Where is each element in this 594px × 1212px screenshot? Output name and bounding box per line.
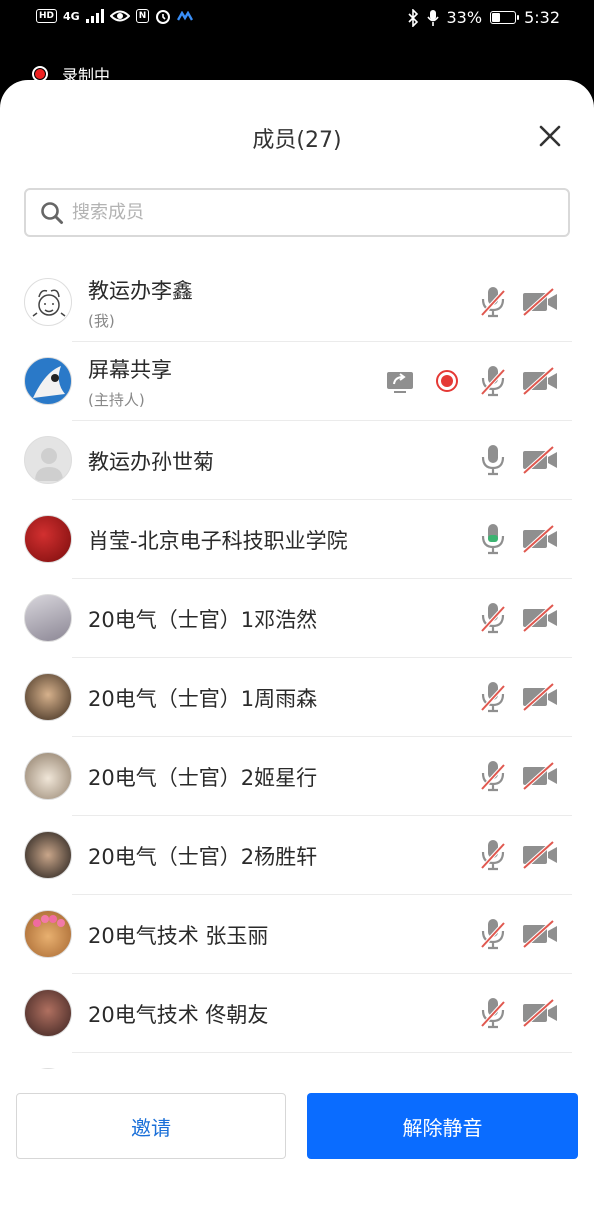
member-tag: (我): [88, 312, 115, 330]
avatar: [24, 673, 72, 721]
mic-muted-icon[interactable]: [480, 364, 506, 398]
avatar: [24, 831, 72, 879]
member-row[interactable]: 教运办孙世菊: [0, 421, 594, 500]
search-box[interactable]: [24, 188, 570, 237]
sheet-title: 成员(27): [252, 128, 342, 153]
avatar: [24, 357, 72, 405]
member-name: 屏幕共享: [88, 358, 172, 382]
mic-icon[interactable]: [480, 443, 506, 477]
members-sheet: 成员(27) 教运办李鑫 (我) 屏幕共享 (主持人): [0, 80, 594, 1212]
member-row[interactable]: 教运办李鑫 (我): [0, 263, 594, 342]
battery-icon: [490, 11, 520, 24]
camera-off-icon[interactable]: [521, 917, 559, 951]
battery-percent: 33%: [446, 8, 483, 27]
search-input[interactable]: [70, 201, 534, 224]
camera-off-icon[interactable]: [521, 838, 559, 872]
member-list: 教运办李鑫 (我) 屏幕共享 (主持人) 教运办孙世菊 肖莹-北京电子科技职业学…: [0, 263, 594, 1069]
member-name: 20电气（士官）1邓浩然: [88, 608, 318, 632]
close-icon[interactable]: [538, 124, 562, 148]
camera-off-icon[interactable]: [521, 285, 559, 319]
camera-off-icon[interactable]: [521, 601, 559, 635]
member-name: 20电气技术 佟朝友: [88, 1003, 269, 1027]
member-name: 20电气技术 张玉丽: [88, 924, 269, 948]
mic-muted-icon[interactable]: [480, 285, 506, 319]
member-row[interactable]: 20电气技术 佟朝友: [0, 974, 594, 1053]
mic-muted-icon[interactable]: [480, 601, 506, 635]
member-name: 教运办李鑫: [88, 279, 193, 303]
camera-off-icon[interactable]: [521, 680, 559, 714]
avatar: [24, 1068, 72, 1069]
member-name: 教运办孙世菊: [88, 450, 214, 474]
mic-active-icon[interactable]: [480, 522, 506, 556]
network-label: 4G: [63, 9, 80, 23]
camera-off-icon[interactable]: [521, 759, 559, 793]
member-row[interactable]: 屏幕共享 (主持人): [0, 342, 594, 421]
member-name: 肖莹-北京电子科技职业学院: [88, 529, 348, 553]
unmute-all-button[interactable]: 解除静音: [307, 1093, 578, 1159]
member-row[interactable]: 20电气（士官）1周雨森: [0, 658, 594, 737]
nfc-icon: N: [135, 9, 150, 23]
avatar: [24, 752, 72, 800]
search-icon: [41, 201, 63, 224]
member-row[interactable]: 20电气技术 张玉丽: [0, 895, 594, 974]
avatar: [24, 515, 72, 563]
mic-muted-icon[interactable]: [480, 838, 506, 872]
alarm-icon: [156, 10, 171, 24]
avatar: [24, 278, 72, 326]
screen-share-icon[interactable]: [385, 364, 415, 398]
member-row[interactable]: 20电气（士官）2姬星行: [0, 737, 594, 816]
mic-muted-icon[interactable]: [480, 996, 506, 1030]
camera-off-icon[interactable]: [521, 996, 559, 1030]
member-row[interactable]: 肖莹-北京电子科技职业学院: [0, 500, 594, 579]
member-row[interactable]: 20电气（士官）1邓浩然: [0, 579, 594, 658]
hd-icon: HD: [36, 9, 58, 23]
member-name: 20电气（士官）1周雨森: [88, 687, 318, 711]
bluetooth-icon: [407, 8, 418, 27]
bottom-action-bar: 邀请 解除静音: [0, 1093, 594, 1163]
clock: 5:32: [524, 8, 560, 27]
member-name: 20电气（士官）2姬星行: [88, 766, 318, 790]
member-tag: (主持人): [88, 391, 145, 409]
camera-off-icon[interactable]: [521, 364, 559, 398]
avatar: [24, 989, 72, 1037]
default-avatar-icon: [24, 436, 72, 484]
status-right: 33% 5:32: [407, 8, 560, 27]
avatar: [24, 910, 72, 958]
camera-off-icon[interactable]: [521, 522, 559, 556]
status-left: HD 4G N: [36, 8, 194, 24]
mic-muted-icon[interactable]: [480, 680, 506, 714]
record-icon[interactable]: [435, 364, 459, 398]
avatar: [24, 594, 72, 642]
member-row[interactable]: 20电气（士官）2杨胜轩: [0, 816, 594, 895]
member-name: 20电气（士官）2杨胜轩: [88, 845, 318, 869]
mic-muted-icon[interactable]: [480, 917, 506, 951]
camera-off-icon[interactable]: [521, 443, 559, 477]
invite-button[interactable]: 邀请: [16, 1093, 286, 1159]
status-bar: HD 4G N 33% 5:32: [0, 0, 594, 38]
signal-icon: [85, 9, 104, 23]
mic-muted-icon[interactable]: [480, 759, 506, 793]
eye-icon: [109, 10, 130, 22]
mic-status-icon: [426, 9, 439, 26]
app-notify-icon: [177, 11, 194, 21]
member-row-partial[interactable]: [0, 1053, 594, 1069]
